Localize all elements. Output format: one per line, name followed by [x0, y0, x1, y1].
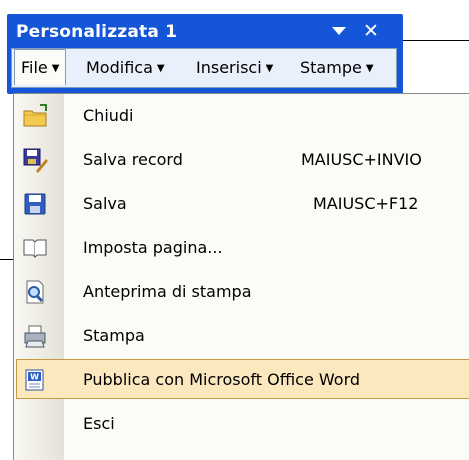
menu-item-shortcut: MAIUSC+F12: [313, 194, 419, 213]
svg-text:W: W: [30, 373, 39, 382]
toolbar-options-icon[interactable]: [330, 23, 348, 39]
connector-line-top: [402, 40, 469, 41]
menu-inserisci[interactable]: Inserisci ▼: [191, 49, 278, 87]
menu-stampe-label: Stampe: [300, 58, 362, 77]
menu-item-chiudi[interactable]: Chiudi: [14, 94, 469, 138]
menu-inserisci-label: Inserisci: [196, 58, 262, 77]
menu-file-label: File: [21, 58, 48, 77]
menu-item-salva[interactable]: Salva MAIUSC+F12: [14, 182, 469, 226]
save-record-icon: [23, 148, 48, 173]
menu-item-label: Salva record: [83, 150, 183, 169]
menu-item-label: Salva: [83, 194, 127, 213]
menu-item-esci[interactable]: Esci: [14, 402, 469, 446]
menu-item-label: Imposta pagina...: [83, 238, 223, 257]
chevron-down-icon: ▼: [51, 63, 60, 74]
floppy-disk-icon: [24, 193, 46, 215]
chevron-down-icon: ▼: [365, 63, 374, 74]
menu-item-shortcut: MAIUSC+INVIO: [301, 150, 422, 169]
menu-stampe[interactable]: Stampe ▼: [295, 49, 379, 87]
menu-item-stampa[interactable]: Stampa: [14, 314, 469, 358]
page-setup-icon: [23, 239, 47, 259]
chevron-down-icon: ▼: [265, 63, 274, 74]
folder-close-icon: [23, 104, 47, 127]
menu-item-label: Stampa: [83, 326, 145, 345]
toolbar-title: Personalizzata 1: [16, 22, 178, 42]
custom-toolbar-window: Personalizzata 1 ✕ File ▼ Modifica ▼ Inser…: [7, 14, 403, 94]
word-icon: W: [25, 369, 44, 391]
menu-item-salva-record[interactable]: Salva record MAIUSC+INVIO: [14, 138, 469, 182]
menu-item-pubblica-con-word[interactable]: W Pubblica con Microsoft Office Word: [14, 358, 469, 402]
connector-line-left: [0, 259, 13, 260]
menu-item-anteprima-di-stampa[interactable]: Anteprima di stampa: [14, 270, 469, 314]
menu-item-label: Chiudi: [83, 106, 134, 125]
menubar: File ▼ Modifica ▼ Inserisci ▼ Stampe ▼: [11, 48, 397, 88]
file-menu-dropdown: Chiudi Salva record MAIUSC+INVIO Salva M…: [13, 93, 469, 460]
close-icon[interactable]: ✕: [363, 20, 379, 42]
menu-item-label: Esci: [83, 414, 115, 433]
menu-item-label: Pubblica con Microsoft Office Word: [83, 370, 361, 389]
chevron-down-icon: ▼: [156, 63, 165, 74]
print-preview-icon: [26, 280, 44, 304]
menu-modifica-label: Modifica: [86, 58, 153, 77]
menu-item-imposta-pagina[interactable]: Imposta pagina...: [14, 226, 469, 270]
menu-modifica[interactable]: Modifica ▼: [81, 49, 170, 87]
printer-icon: [24, 325, 46, 348]
menu-file[interactable]: File ▼: [14, 49, 67, 85]
toolbar-titlebar[interactable]: Personalizzata 1 ✕: [7, 14, 403, 48]
menu-item-label: Anteprima di stampa: [83, 282, 252, 301]
